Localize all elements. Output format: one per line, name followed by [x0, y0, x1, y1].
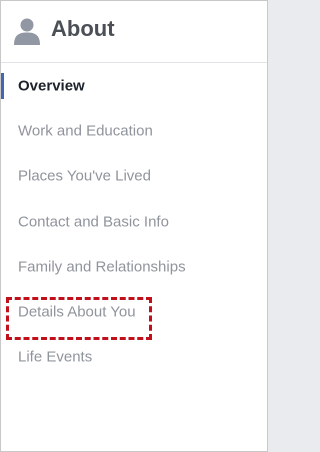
nav-item-contact-basic-info[interactable]: Contact and Basic Info	[1, 199, 267, 244]
about-nav: Overview Work and Education Places You'v…	[1, 63, 267, 380]
nav-item-life-events[interactable]: Life Events	[1, 335, 267, 380]
nav-item-label: Work and Education	[18, 122, 153, 140]
nav-item-work-and-education[interactable]: Work and Education	[1, 108, 267, 153]
nav-item-overview[interactable]: Overview	[1, 63, 267, 108]
nav-item-family-relationships[interactable]: Family and Relationships	[1, 244, 267, 289]
page-title: About	[51, 16, 115, 41]
nav-item-details-about-you[interactable]: Details About You	[1, 289, 267, 334]
nav-item-label: Contact and Basic Info	[18, 213, 169, 231]
nav-item-label: Life Events	[18, 348, 93, 366]
nav-item-label: Details About You	[18, 303, 136, 321]
nav-item-label: Overview	[18, 77, 85, 95]
about-panel: About Overview Work and Education Places…	[0, 0, 268, 452]
nav-item-places-lived[interactable]: Places You've Lived	[1, 154, 267, 199]
nav-item-label: Family and Relationships	[18, 258, 186, 276]
person-silhouette-icon	[14, 18, 40, 45]
nav-item-label: Places You've Lived	[18, 167, 151, 185]
about-header: About	[1, 1, 267, 63]
